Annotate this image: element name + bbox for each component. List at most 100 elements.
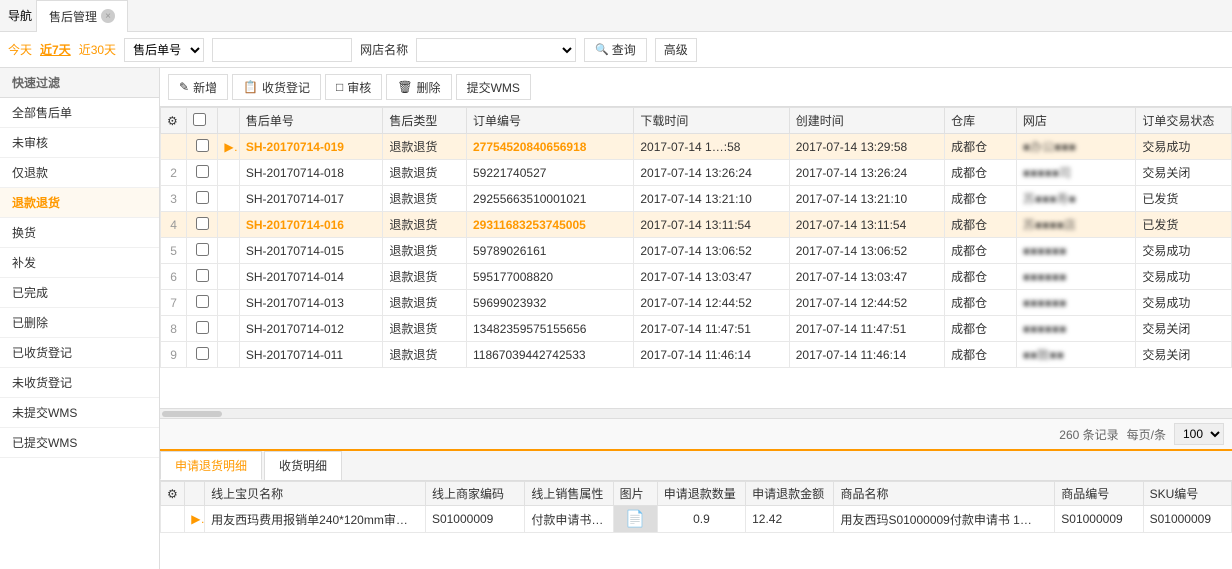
per-page-label: 每页/条 bbox=[1127, 426, 1166, 443]
tab-receipt-detail[interactable]: 收货明细 bbox=[264, 451, 342, 480]
horizontal-scrollbar[interactable] bbox=[160, 408, 1232, 418]
row-trade-no: 29255663510001021 bbox=[467, 186, 634, 212]
row-checkbox-cell[interactable] bbox=[187, 186, 218, 212]
detail-row-goods-code: S01000009 bbox=[1055, 506, 1143, 533]
sidebar-item-exchange[interactable]: 换货 bbox=[0, 218, 159, 248]
sidebar-item-submitted-wms[interactable]: 已提交WMS bbox=[0, 428, 159, 458]
row-checkbox-cell[interactable] bbox=[187, 342, 218, 368]
search-input[interactable] bbox=[212, 38, 352, 62]
detail-col-amount: 申请退款金额 bbox=[746, 482, 834, 506]
row-checkbox-cell[interactable] bbox=[187, 290, 218, 316]
sidebar-item-all[interactable]: 全部售后单 bbox=[0, 98, 159, 128]
row-num: 6 bbox=[161, 264, 187, 290]
table-row[interactable]: 8 SH-20170714-012 退款退货 13482359575155656… bbox=[161, 316, 1232, 342]
row-type: 退款退货 bbox=[383, 264, 467, 290]
row-checkbox[interactable] bbox=[196, 269, 209, 282]
search-field-select[interactable]: 售后单号 bbox=[124, 38, 204, 62]
row-checkbox-cell[interactable] bbox=[187, 238, 218, 264]
detail-table-row[interactable]: ▶ 用友西玛费用报销单240*120mm审… S01000009 付款申请书… … bbox=[161, 506, 1232, 533]
sidebar-item-deleted[interactable]: 已删除 bbox=[0, 308, 159, 338]
shop-select[interactable] bbox=[416, 38, 576, 62]
table-row[interactable]: 2 SH-20170714-018 退款退货 59221740527 2017-… bbox=[161, 160, 1232, 186]
row-shop: ■■■■■■ bbox=[1016, 264, 1136, 290]
col-trade-no: 订单编号 bbox=[467, 108, 634, 134]
sidebar-item-unsubmitted-wms[interactable]: 未提交WMS bbox=[0, 398, 159, 428]
search-button[interactable]: 🔍 查询 bbox=[584, 38, 647, 62]
delete-button[interactable]: 🗑 删除 bbox=[386, 74, 451, 100]
col-checkbox[interactable] bbox=[187, 108, 218, 134]
row-order-no[interactable]: SH-20170714-015 bbox=[239, 238, 382, 264]
row-order-no[interactable]: SH-20170714-013 bbox=[239, 290, 382, 316]
row-num: 3 bbox=[161, 186, 187, 212]
detail-col-gear[interactable]: ⚙ bbox=[161, 482, 185, 506]
row-checkbox-cell[interactable] bbox=[187, 134, 218, 160]
row-order-no[interactable]: SH-20170714-012 bbox=[239, 316, 382, 342]
sidebar-item-received[interactable]: 已收货登记 bbox=[0, 338, 159, 368]
row-checkbox[interactable] bbox=[196, 347, 209, 360]
advanced-button[interactable]: 高级 bbox=[655, 38, 697, 62]
table-row[interactable]: 5 SH-20170714-015 退款退货 59789026161 2017-… bbox=[161, 238, 1232, 264]
sidebar-header: 快速过滤 bbox=[0, 68, 159, 98]
row-trade-no: 59699023932 bbox=[467, 290, 634, 316]
row-checkbox-cell[interactable] bbox=[187, 212, 218, 238]
date-7days[interactable]: 近7天 bbox=[40, 41, 71, 58]
scrollbar-thumb[interactable] bbox=[162, 411, 222, 417]
row-num: 7 bbox=[161, 290, 187, 316]
row-checkbox-cell[interactable] bbox=[187, 264, 218, 290]
row-type: 退款退货 bbox=[383, 342, 467, 368]
sidebar-item-resend[interactable]: 补发 bbox=[0, 248, 159, 278]
active-tab[interactable]: 售后管理 × bbox=[36, 0, 128, 32]
row-checkbox[interactable] bbox=[196, 217, 209, 230]
row-checkbox[interactable] bbox=[196, 321, 209, 334]
top-nav: 导航 售后管理 × bbox=[0, 0, 1232, 32]
row-order-no[interactable]: SH-20170714-016 bbox=[239, 212, 382, 238]
table-row[interactable]: 7 SH-20170714-013 退款退货 59699023932 2017-… bbox=[161, 290, 1232, 316]
sidebar-item-refund-only[interactable]: 仅退款 bbox=[0, 158, 159, 188]
row-checkbox[interactable] bbox=[196, 139, 209, 152]
detail-tabs: 申请退货明细 收货明细 bbox=[160, 451, 1232, 481]
nav-label: 导航 bbox=[8, 7, 32, 24]
sidebar-item-refund-return[interactable]: 退款退货 bbox=[0, 188, 159, 218]
row-checkbox[interactable] bbox=[196, 191, 209, 204]
new-button[interactable]: ✎ 新增 bbox=[168, 74, 228, 100]
main-layout: 快速过滤 全部售后单 未审核 仅退款 退款退货 换货 补发 已完成 已删除 已收… bbox=[0, 68, 1232, 569]
sidebar-item-completed[interactable]: 已完成 bbox=[0, 278, 159, 308]
row-order-no[interactable]: SH-20170714-018 bbox=[239, 160, 382, 186]
detail-gear-icon: ⚙ bbox=[167, 487, 178, 501]
close-tab-btn[interactable]: × bbox=[101, 9, 115, 23]
row-order-no[interactable]: SH-20170714-011 bbox=[239, 342, 382, 368]
table-row[interactable]: 4 SH-20170714-016 退款退货 29311683253745005… bbox=[161, 212, 1232, 238]
row-checkbox[interactable] bbox=[196, 243, 209, 256]
table-row[interactable]: 6 SH-20170714-014 退款退货 595177008820 2017… bbox=[161, 264, 1232, 290]
table-row[interactable]: 9 SH-20170714-011 退款退货 11867039442742533… bbox=[161, 342, 1232, 368]
row-status: 已发货 bbox=[1136, 186, 1232, 212]
receipt-button[interactable]: 📋 收货登记 bbox=[232, 74, 321, 100]
row-num bbox=[161, 134, 187, 160]
date-today[interactable]: 今天 bbox=[8, 41, 32, 58]
tab-refund-detail[interactable]: 申请退货明细 bbox=[160, 451, 262, 480]
row-checkbox[interactable] bbox=[196, 165, 209, 178]
row-type: 退款退货 bbox=[383, 212, 467, 238]
row-checkbox[interactable] bbox=[196, 295, 209, 308]
sidebar-item-unreceived[interactable]: 未收货登记 bbox=[0, 368, 159, 398]
col-gear[interactable]: ⚙ bbox=[161, 108, 187, 134]
row-shop: ■办公■■■ bbox=[1016, 134, 1136, 160]
row-status: 已发货 bbox=[1136, 212, 1232, 238]
col-arrow bbox=[218, 108, 240, 134]
row-order-no[interactable]: SH-20170714-019 bbox=[239, 134, 382, 160]
row-order-no[interactable]: SH-20170714-017 bbox=[239, 186, 382, 212]
table-row[interactable]: ▶ SH-20170714-019 退款退货 27754520840656918… bbox=[161, 134, 1232, 160]
row-checkbox-cell[interactable] bbox=[187, 316, 218, 342]
sidebar-item-unaudited[interactable]: 未审核 bbox=[0, 128, 159, 158]
date-30days[interactable]: 近30天 bbox=[79, 41, 116, 58]
submit-wms-button[interactable]: 提交WMS bbox=[456, 74, 531, 100]
detail-col-sku: SKU编号 bbox=[1143, 482, 1231, 506]
row-order-no[interactable]: SH-20170714-014 bbox=[239, 264, 382, 290]
audit-button[interactable]: □ 审核 bbox=[325, 74, 382, 100]
row-arrow bbox=[218, 342, 240, 368]
select-all-checkbox[interactable] bbox=[193, 113, 206, 126]
row-checkbox-cell[interactable] bbox=[187, 160, 218, 186]
row-arrow: ▶ bbox=[218, 134, 240, 160]
table-row[interactable]: 3 SH-20170714-017 退款退货 29255663510001021… bbox=[161, 186, 1232, 212]
per-page-select[interactable]: 100 50 20 bbox=[1174, 423, 1224, 445]
